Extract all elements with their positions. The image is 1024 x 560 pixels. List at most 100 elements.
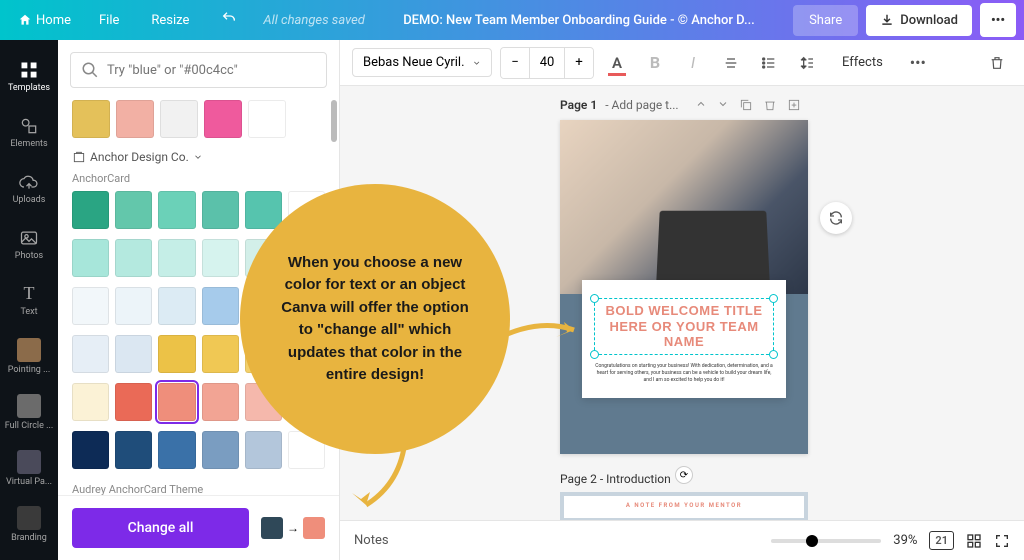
undo-button[interactable]	[207, 4, 251, 36]
trash-icon[interactable]	[763, 98, 777, 112]
color-swatch[interactable]	[204, 100, 242, 138]
selected-text-box[interactable]: BOLD WELCOME TITLE HERE OR YOUR TEAM NAM…	[594, 298, 774, 355]
brand-section-header[interactable]: Anchor Design Co.	[72, 150, 325, 164]
color-swatch[interactable]	[72, 191, 109, 229]
welcome-card: BOLD WELCOME TITLE HERE OR YOUR TEAM NAM…	[582, 280, 786, 398]
callout-text: When you choose a new color for text or …	[280, 252, 470, 387]
color-swatch[interactable]	[245, 191, 282, 229]
color-swatch[interactable]	[248, 100, 286, 138]
spacing-icon	[799, 55, 815, 71]
rail-templates[interactable]: Templates	[0, 48, 58, 104]
color-swatch[interactable]	[72, 383, 109, 421]
page-count[interactable]: 21	[929, 531, 954, 550]
size-decrease[interactable]: −	[501, 48, 529, 78]
more-toolbar[interactable]: •••	[903, 48, 933, 78]
brand-icon	[72, 150, 86, 164]
color-swatch[interactable]	[116, 100, 154, 138]
color-swatch[interactable]	[158, 287, 195, 325]
list-button[interactable]	[754, 48, 784, 78]
notes-button[interactable]: Notes	[354, 533, 389, 548]
home-icon	[18, 13, 32, 27]
color-swatch[interactable]	[202, 431, 239, 469]
regenerate-button[interactable]	[820, 202, 852, 234]
rail-fullcircle[interactable]: Full Circle ...	[0, 384, 58, 440]
folder-thumb	[17, 338, 41, 362]
color-swatch[interactable]	[115, 383, 152, 421]
search-input[interactable]	[107, 63, 316, 78]
spacing-button[interactable]	[792, 48, 822, 78]
rail-elements[interactable]: Elements	[0, 104, 58, 160]
bold-button[interactable]: B	[640, 48, 670, 78]
color-transition: →	[261, 517, 325, 539]
file-menu[interactable]: File	[85, 7, 133, 34]
tutorial-callout: When you choose a new color for text or …	[240, 184, 510, 454]
fullscreen-icon[interactable]	[994, 533, 1010, 549]
delete-button[interactable]	[982, 48, 1012, 78]
topbar: Home File Resize All changes saved DEMO:…	[0, 0, 1024, 40]
color-swatch[interactable]	[158, 383, 195, 421]
text-icon: T	[24, 283, 35, 304]
color-swatch[interactable]	[158, 335, 195, 373]
color-swatch[interactable]	[160, 100, 198, 138]
color-swatch[interactable]	[202, 191, 239, 229]
chevron-down-icon	[193, 152, 203, 162]
color-swatch[interactable]	[202, 287, 239, 325]
color-swatch[interactable]	[72, 239, 109, 277]
bottom-bar: Notes 39% 21	[340, 520, 1024, 560]
to-swatch	[303, 517, 325, 539]
home-button[interactable]: Home	[8, 7, 81, 34]
color-search[interactable]	[70, 52, 327, 88]
color-swatch[interactable]	[115, 431, 152, 469]
change-all-button[interactable]: Change all	[72, 508, 249, 548]
color-swatch[interactable]	[72, 100, 110, 138]
rail-pointing[interactable]: Pointing ...	[0, 328, 58, 384]
rail-photos[interactable]: Photos	[0, 216, 58, 272]
grid-view-icon[interactable]	[966, 533, 982, 549]
rail-uploads[interactable]: Uploads	[0, 160, 58, 216]
document-title[interactable]: DEMO: New Team Member Onboarding Guide -…	[365, 13, 793, 28]
scrollbar[interactable]	[331, 100, 337, 142]
duplicate-icon[interactable]	[739, 98, 753, 112]
search-icon	[81, 61, 99, 79]
chevron-up-icon[interactable]	[695, 98, 707, 110]
rotate-handle[interactable]: ⟳	[675, 466, 693, 484]
color-swatch[interactable]	[72, 431, 109, 469]
rail-text[interactable]: T Text	[0, 272, 58, 328]
italic-button[interactable]: I	[678, 48, 708, 78]
add-page-title[interactable]: - Add page t...	[605, 98, 678, 112]
rail-branding[interactable]: Branding	[0, 496, 58, 552]
color-swatch[interactable]	[115, 287, 152, 325]
color-swatch[interactable]	[115, 191, 152, 229]
color-swatch[interactable]	[158, 191, 195, 229]
folder-thumb	[17, 394, 41, 418]
color-swatch[interactable]	[158, 431, 195, 469]
effects-button[interactable]: Effects	[830, 49, 895, 76]
save-status: All changes saved	[263, 13, 364, 28]
add-page-icon[interactable]	[787, 98, 801, 112]
zoom-slider[interactable]	[771, 539, 881, 543]
page-1-canvas[interactable]: BOLD WELCOME TITLE HERE OR YOUR TEAM NAM…	[560, 120, 808, 454]
zoom-thumb[interactable]	[806, 535, 818, 547]
chevron-down-icon[interactable]	[717, 98, 729, 110]
color-swatch[interactable]	[115, 335, 152, 373]
page-2-canvas[interactable]: A NOTE FROM YOUR MENTOR	[560, 492, 808, 520]
color-swatch[interactable]	[115, 239, 152, 277]
more-button[interactable]: •••	[980, 3, 1016, 37]
size-increase[interactable]: +	[565, 48, 593, 78]
share-button[interactable]: Share	[793, 5, 858, 36]
color-swatch[interactable]	[202, 239, 239, 277]
color-swatch[interactable]	[72, 287, 109, 325]
size-input[interactable]	[529, 48, 565, 78]
font-select[interactable]: Bebas Neue Cyril...	[352, 48, 492, 77]
download-button[interactable]: Download	[866, 5, 972, 36]
color-swatch[interactable]	[245, 431, 282, 469]
align-button[interactable]	[716, 48, 746, 78]
color-swatch[interactable]	[202, 335, 239, 373]
color-swatch[interactable]	[72, 335, 109, 373]
trash-icon	[989, 55, 1005, 71]
color-swatch[interactable]	[202, 383, 239, 421]
resize-menu[interactable]: Resize	[137, 7, 203, 34]
color-swatch[interactable]	[158, 239, 195, 277]
rail-virtual[interactable]: Virtual Pa...	[0, 440, 58, 496]
text-color-button[interactable]: A	[602, 48, 632, 78]
